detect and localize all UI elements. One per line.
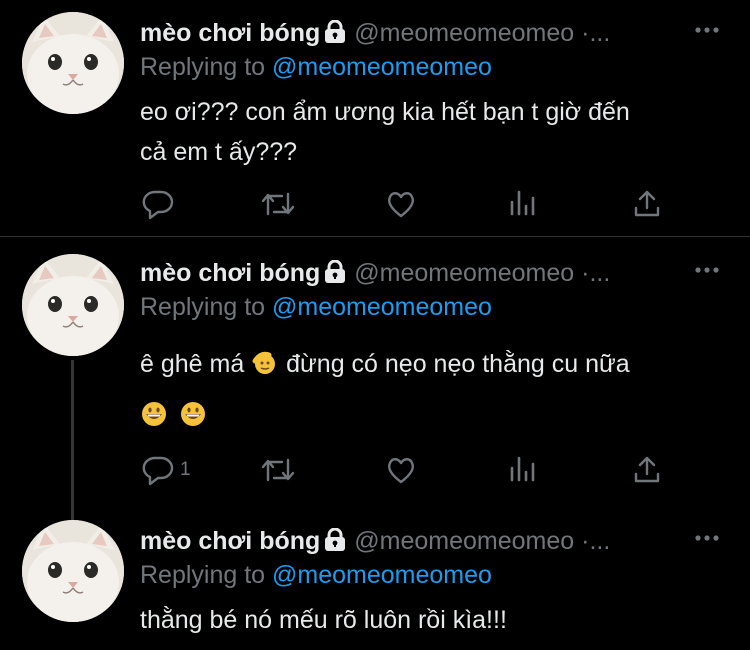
action-bar (140, 188, 680, 220)
analytics-button[interactable] (508, 454, 538, 486)
retweet-button[interactable] (260, 188, 296, 220)
tweet-header: mèo chơi bóng @meomeomeomeo ·... (140, 526, 610, 559)
tweet-text-part: đừng có nẹo nẹo thằng cu nữa (286, 350, 630, 378)
tweet-divider (0, 236, 750, 237)
more-icon[interactable] (694, 22, 720, 40)
grinning-emoji (140, 400, 168, 440)
replying-to: Replying to @meomeomeomeo (140, 292, 492, 322)
tweet-text: thằng bé nó mếu rõ luôn rồi kìa!!! (140, 600, 720, 640)
analytics-icon (510, 190, 535, 216)
avatar[interactable] (22, 12, 124, 114)
user-handle[interactable]: @meomeomeomeo ·... (354, 259, 610, 287)
tweet-text: eo ơi??? con ẩm ương kia hết bạn t giờ đ… (140, 92, 720, 172)
share-button[interactable] (632, 188, 662, 220)
avatar[interactable] (22, 254, 124, 356)
reply-icon (142, 190, 174, 220)
grinning-emoji (179, 400, 207, 440)
replying-to: Replying to @meomeomeomeo (140, 52, 492, 82)
reply-mention-link[interactable]: @meomeomeomeo (272, 53, 492, 81)
lock-icon (324, 19, 346, 51)
reply-icon (142, 456, 174, 486)
tweet-1[interactable]: mèo chơi bóng @meomeomeomeo ·... Replyin… (0, 0, 750, 236)
replying-prefix: Replying to (140, 561, 266, 589)
like-icon (387, 458, 415, 484)
reply-button[interactable]: 1 (142, 454, 191, 486)
share-button[interactable] (632, 454, 662, 486)
reply-count: 1 (180, 459, 191, 480)
replying-prefix: Replying to (140, 53, 266, 81)
cat-avatar (22, 520, 124, 622)
tweet-text-line: cả em t ấy??? (140, 138, 298, 166)
cat-avatar (22, 254, 124, 356)
display-name[interactable]: mèo chơi bóng (140, 19, 320, 47)
retweet-button[interactable] (260, 454, 296, 486)
retweet-icon (261, 458, 295, 482)
share-icon (634, 456, 660, 483)
saluting-face-emoji (251, 349, 279, 389)
retweet-icon (261, 192, 295, 216)
display-name[interactable]: mèo chơi bóng (140, 259, 320, 287)
analytics-button[interactable] (508, 188, 538, 220)
tweet-text: ê ghê má đừng có nẹo nẹo thằng cu nữa (140, 344, 720, 440)
tweet-header: mèo chơi bóng @meomeomeomeo ·... (140, 18, 610, 51)
action-bar: 1 (140, 454, 680, 486)
display-name[interactable]: mèo chơi bóng (140, 527, 320, 555)
tweet-text-line: eo ơi??? con ẩm ương kia hết bạn t giờ đ… (140, 98, 630, 126)
tweet-text-line: ê ghê má đừng có nẹo nẹo thằng cu nữa (140, 344, 720, 389)
like-button[interactable] (385, 454, 417, 486)
like-icon (387, 192, 415, 218)
share-icon (634, 190, 660, 217)
lock-icon (324, 259, 346, 291)
tweet-text-line (140, 395, 720, 440)
more-icon[interactable] (694, 530, 720, 548)
reply-mention-link[interactable]: @meomeomeomeo (272, 561, 492, 589)
lock-icon (324, 527, 346, 559)
user-handle[interactable]: @meomeomeomeo ·... (354, 19, 610, 47)
like-button[interactable] (385, 188, 417, 220)
tweet-header: mèo chơi bóng @meomeomeomeo ·... (140, 258, 610, 291)
reply-mention-link[interactable]: @meomeomeomeo (272, 293, 492, 321)
tweet-text-line: thằng bé nó mếu rõ luôn rồi kìa!!! (140, 606, 507, 634)
tweet-2[interactable]: mèo chơi bóng @meomeomeomeo ·... Replyin… (0, 240, 750, 520)
user-handle[interactable]: @meomeomeomeo ·... (354, 527, 610, 555)
reply-button[interactable] (142, 188, 174, 220)
avatar[interactable] (22, 520, 124, 622)
more-icon[interactable] (694, 262, 720, 280)
replying-prefix: Replying to (140, 293, 266, 321)
tweet-text-part: ê ghê má (140, 350, 245, 378)
cat-avatar (22, 12, 124, 114)
analytics-icon (510, 456, 535, 482)
tweet-3[interactable]: mèo chơi bóng @meomeomeomeo ·... Replyin… (0, 506, 750, 650)
replying-to: Replying to @meomeomeomeo (140, 560, 492, 590)
